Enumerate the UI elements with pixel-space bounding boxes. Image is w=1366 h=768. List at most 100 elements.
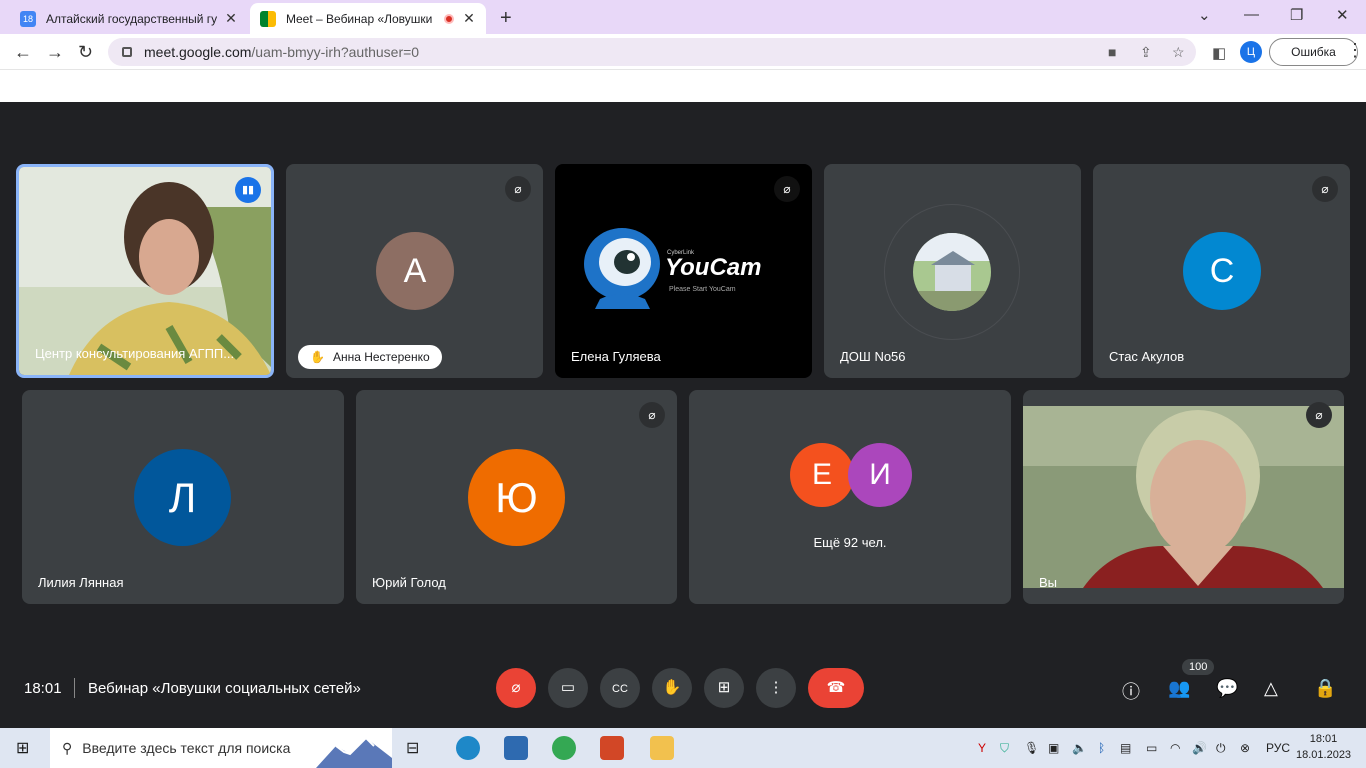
participant-tile[interactable]: ⌀ Ю Юрий Голод [356,390,677,604]
file-explorer-icon[interactable] [650,736,674,760]
participant-name: Анна Нестеренко [332,350,430,364]
mic-off-icon: ⌀ [1306,402,1332,428]
avatar: Л [134,449,231,546]
mic-off-icon: ⌀ [639,402,665,428]
participant-name: Центр консультирования АГПП... [35,346,235,361]
participant-tile[interactable]: ⌀ А ✋ Анна Нестеренко [286,164,543,378]
windows-start-icon[interactable]: ⊞ [16,738,29,758]
clock-time: 18:01 [1309,733,1338,745]
app-tray-icon[interactable]: ▣ [1048,741,1059,755]
wifi-icon[interactable]: ◠ [1170,741,1180,755]
present-button[interactable]: ⊞ [704,668,744,708]
close-tab-icon[interactable]: ✕ [462,10,476,27]
tab-title: Meet – Вебинар «Ловушки [286,11,433,26]
tab-title: Алтайский государственный гу [46,11,218,26]
info-icon[interactable]: ⓘ [1122,678,1140,704]
restore-icon[interactable]: ❐ [1290,6,1303,24]
youcam-brand: YouCam [665,254,762,281]
recording-icon [444,13,454,24]
participant-name: Лилия Лянная [38,575,124,590]
present-icon: ⊞ [717,679,731,696]
power-icon[interactable]: ⏻ [1216,741,1226,756]
people-count-badge: 100 [1182,659,1215,675]
mic-toggle-button[interactable]: ⌀ [496,668,536,708]
minimize-icon[interactable]: — [1244,6,1259,23]
forward-icon[interactable]: → [46,42,64,63]
host-controls-icon[interactable]: 🔒 [1314,678,1336,699]
participant-name: Елена Гуляева [571,349,661,364]
tab-altai[interactable]: 18 Алтайский государственный гу ✕ [10,3,248,34]
address-bar[interactable]: meet.google.com/uam-bmyy-irh?authuser=0 [108,38,1196,66]
participant-video [19,167,271,375]
speaker-icon[interactable]: 🔈 [1072,741,1087,755]
volume-icon[interactable]: 🔊 [1192,741,1207,755]
participant-tile[interactable]: CyberLink YouCam Please Start YouCam ⌀ Е… [555,164,812,378]
participant-tile[interactable]: ⌀ С Стас Акулов [1093,164,1350,378]
microphone-icon[interactable]: 🎙 [1024,741,1039,755]
people-icon[interactable]: 👥 [1168,678,1190,699]
yandex-icon[interactable]: Y [978,741,986,755]
task-view-icon[interactable]: ⊟ [406,738,419,758]
camera-icon: ▭ [560,679,576,696]
self-video [1023,406,1344,588]
star-icon[interactable]: ☆ [1172,44,1185,61]
chrome-icon[interactable] [552,736,576,760]
leave-call-button[interactable]: ☎ [808,668,864,708]
more-count: Ещё 92 чел. [813,535,887,550]
self-tile[interactable]: ⌀ Вы [1023,390,1344,604]
back-icon[interactable]: ← [14,42,32,63]
captions-button[interactable]: CC [600,668,640,708]
close-tab-icon[interactable]: ✕ [224,10,238,27]
camera-toggle-button[interactable]: ▭ [548,668,588,708]
network-device-icon[interactable]: ▤ [1120,741,1131,755]
mic-off-icon: ⌀ [511,679,521,696]
close-window-icon[interactable]: ✕ [1336,6,1349,24]
avatar: С [1183,232,1261,310]
captions-icon: CC [612,683,628,695]
profile-avatar[interactable]: Ц [1240,41,1262,63]
reload-icon[interactable]: ↻ [78,42,93,63]
taskbar-clock[interactable]: 18:01 18.01.2023 [1296,731,1351,763]
avatar: А [376,232,454,310]
sidepanel-icon[interactable]: ◧ [1212,44,1226,62]
powerpoint-icon[interactable] [600,736,624,760]
search-placeholder: Введите здесь текст для поиска [82,740,291,756]
menu-icon[interactable]: ⋮ [1346,40,1364,61]
share-icon[interactable]: ⇪ [1140,44,1152,61]
participant-tile[interactable]: Л Лилия Лянная [22,390,344,604]
security-icon[interactable]: ⛉ [1000,741,1009,756]
participant-tile[interactable]: ▮▮ Центр консультирования АГПП... [16,164,274,378]
more-options-button[interactable]: ⋮ [756,668,796,708]
edge-icon[interactable] [456,736,480,760]
bluetooth-icon[interactable]: ᛒ [1098,741,1105,755]
meeting-time: 18:01 [24,680,62,697]
activities-icon[interactable]: △ [1264,678,1278,699]
new-tab-button[interactable]: + [500,7,512,30]
url-host: meet.google.com [144,44,252,60]
avatar: Е [790,443,854,507]
chat-icon[interactable]: 💬 [1216,678,1238,699]
tab-search-icon[interactable]: ⌄ [1198,6,1211,24]
error-button[interactable]: Ошибка [1269,38,1358,66]
meeting-title: Вебинар «Ловушки социальных сетей» [88,680,361,697]
youcam-subtitle: Please Start YouCam [669,286,736,293]
search-highlight-image [316,728,392,768]
mic-off-icon: ⌀ [505,176,531,202]
calculator-icon[interactable] [504,736,528,760]
battery-icon[interactable]: ▭ [1146,741,1157,755]
antivirus-icon[interactable]: ⊗ [1240,741,1250,755]
avatar-photo [913,233,991,311]
divider [74,678,75,698]
hand-icon: ✋ [310,350,325,364]
calendar-icon: 18 [20,10,36,27]
participant-tile[interactable]: ДОШ No56 [824,164,1081,378]
language-indicator[interactable]: РУС [1266,741,1290,755]
tab-meet[interactable]: Meet – Вебинар «Ловушки ✕ [250,3,486,34]
camera-blocked-icon[interactable]: ■ [1108,44,1116,60]
hand-icon: ✋ [662,679,682,696]
raise-hand-button[interactable]: ✋ [652,668,692,708]
page-banner [0,70,1366,102]
hangup-icon: ☎ [826,679,846,696]
more-participants-tile[interactable]: Е И Ещё 92 чел. [689,390,1011,604]
participant-name: Стас Акулов [1109,349,1185,364]
